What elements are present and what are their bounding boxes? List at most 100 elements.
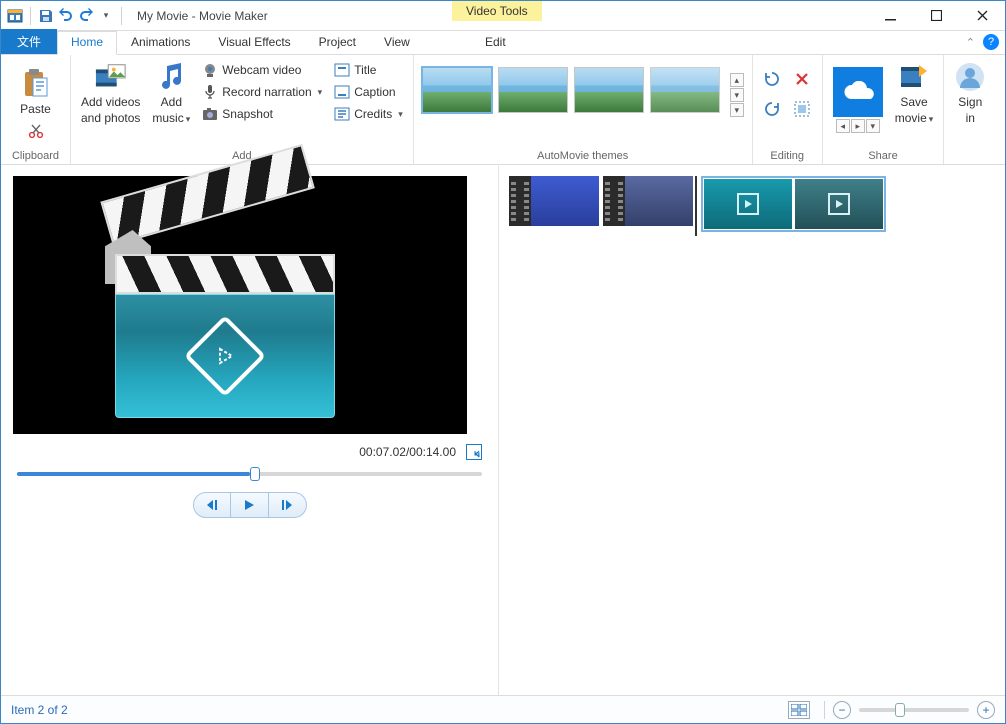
tab-project[interactable]: Project xyxy=(305,31,370,54)
microphone-icon xyxy=(202,84,218,100)
save-movie-icon xyxy=(898,61,930,93)
next-frame-button[interactable] xyxy=(269,492,307,518)
close-button[interactable] xyxy=(959,1,1005,31)
zoom-out-button[interactable]: − xyxy=(833,701,851,719)
rotate-left-button[interactable] xyxy=(760,67,784,91)
thumbnail-size-button[interactable] xyxy=(788,701,810,719)
filmstrip-icon xyxy=(509,176,531,226)
redo-icon[interactable] xyxy=(78,8,94,24)
rotate-right-button[interactable] xyxy=(760,97,784,121)
tab-visual-effects[interactable]: Visual Effects xyxy=(204,31,304,54)
share-expand[interactable]: ▾ xyxy=(866,119,880,133)
theme-gallery: ▴ ▾ ▾ xyxy=(422,59,744,117)
group-editing: Editing xyxy=(753,55,823,164)
clip-1a[interactable] xyxy=(509,176,599,226)
time-display: 00:07.02/00:14.00 xyxy=(359,445,456,459)
add-videos-label-2: and photos xyxy=(81,111,140,125)
add-music-button[interactable]: Add music xyxy=(150,59,192,127)
add-videos-photos-button[interactable]: Add videos and photos xyxy=(79,59,142,127)
delete-button[interactable] xyxy=(790,67,814,91)
caption-button[interactable]: Caption xyxy=(332,81,405,103)
play-button[interactable] xyxy=(231,492,269,518)
title-label: Title xyxy=(354,63,376,77)
preview-pane: 00:07.02/00:14.00 xyxy=(1,166,499,695)
help-icon[interactable]: ? xyxy=(983,34,999,50)
video-photo-icon xyxy=(95,61,127,93)
theme-3[interactable] xyxy=(574,67,644,113)
clip-2b[interactable] xyxy=(795,179,883,229)
save-movie-label-2: movie xyxy=(895,111,934,125)
collapse-ribbon-icon[interactable]: ⌃ xyxy=(966,36,975,49)
seek-slider[interactable] xyxy=(17,472,482,476)
add-videos-label-1: Add videos xyxy=(81,95,140,109)
content-area: 00:07.02/00:14.00 xyxy=(1,165,1005,695)
zoom-slider[interactable] xyxy=(859,708,969,712)
onedrive-button[interactable]: ◂ ▸ ▾ xyxy=(831,59,885,135)
time-display-row: 00:07.02/00:14.00 xyxy=(13,434,486,466)
clapper-body xyxy=(115,294,335,418)
save-movie-label-1: Save xyxy=(900,95,927,109)
tab-animations[interactable]: Animations xyxy=(117,31,204,54)
timeline-track xyxy=(509,176,995,236)
share-scroll-right[interactable]: ▸ xyxy=(851,119,865,133)
save-icon[interactable] xyxy=(38,8,54,24)
tab-edit[interactable]: Edit xyxy=(471,31,520,54)
separator xyxy=(30,7,31,25)
undo-icon[interactable] xyxy=(58,8,74,24)
onedrive-icon xyxy=(833,67,883,117)
playhead[interactable] xyxy=(695,176,697,236)
maximize-button[interactable] xyxy=(913,1,959,31)
paste-button[interactable]: Paste xyxy=(18,66,54,118)
theme-expand[interactable]: ▾ xyxy=(730,103,744,117)
theme-scroll-up[interactable]: ▴ xyxy=(730,73,744,87)
theme-2[interactable] xyxy=(498,67,568,113)
tab-view[interactable]: View xyxy=(370,31,424,54)
add-media-column: Webcam video Record narration Snapshot xyxy=(200,59,324,125)
cut-button[interactable] xyxy=(9,120,62,142)
window-title: My Movie - Movie Maker xyxy=(137,9,268,23)
camera-icon xyxy=(202,106,218,122)
theme-scroll-down[interactable]: ▾ xyxy=(730,88,744,102)
user-icon xyxy=(954,61,986,93)
credits-button[interactable]: Credits xyxy=(332,103,405,125)
ribbon: Paste Clipboard Add videos and photos xyxy=(1,55,1005,165)
fullscreen-icon[interactable] xyxy=(466,444,482,460)
title-bar: ▾ My Movie - Movie Maker Video Tools xyxy=(1,1,1005,31)
tab-home[interactable]: Home xyxy=(57,31,117,55)
group-label-add: Add xyxy=(79,148,405,162)
prev-frame-button[interactable] xyxy=(193,492,231,518)
seek-thumb[interactable] xyxy=(250,467,260,481)
qat-customize-icon[interactable]: ▾ xyxy=(98,8,114,24)
share-scroll-left[interactable]: ◂ xyxy=(836,119,850,133)
theme-4[interactable] xyxy=(650,67,720,113)
save-movie-button[interactable]: Save movie xyxy=(893,59,936,127)
snapshot-label: Snapshot xyxy=(222,107,273,121)
paste-label: Paste xyxy=(20,102,51,116)
minimize-button[interactable] xyxy=(867,1,913,31)
preview-monitor[interactable] xyxy=(13,176,467,434)
snapshot-button[interactable]: Snapshot xyxy=(200,103,324,125)
sign-in-button[interactable]: Sign in xyxy=(952,59,988,127)
group-label-automovie: AutoMovie themes xyxy=(422,148,744,162)
window-controls xyxy=(867,1,1005,30)
tab-file[interactable]: 文件 xyxy=(1,29,57,54)
timeline-pane[interactable] xyxy=(499,166,1005,695)
group-label-editing: Editing xyxy=(761,148,814,162)
caption-icon xyxy=(334,84,350,100)
select-all-button[interactable] xyxy=(790,97,814,121)
theme-1[interactable] xyxy=(422,67,492,113)
record-narration-button[interactable]: Record narration xyxy=(200,81,324,103)
add-music-label-2: music xyxy=(152,111,190,125)
webcam-video-button[interactable]: Webcam video xyxy=(200,59,324,81)
webcam-label: Webcam video xyxy=(222,63,301,77)
group-label-share: Share xyxy=(831,148,936,162)
selected-clip-group[interactable] xyxy=(701,176,886,232)
clip-1b[interactable] xyxy=(603,176,693,226)
filmstrip-icon xyxy=(603,176,625,226)
zoom-in-button[interactable]: + xyxy=(977,701,995,719)
ribbon-tabs: 文件 Home Animations Visual Effects Projec… xyxy=(1,31,1005,55)
caption-label: Caption xyxy=(354,85,395,99)
clip-2a[interactable] xyxy=(704,179,792,229)
zoom-thumb[interactable] xyxy=(895,703,905,717)
title-button[interactable]: Title xyxy=(332,59,405,81)
